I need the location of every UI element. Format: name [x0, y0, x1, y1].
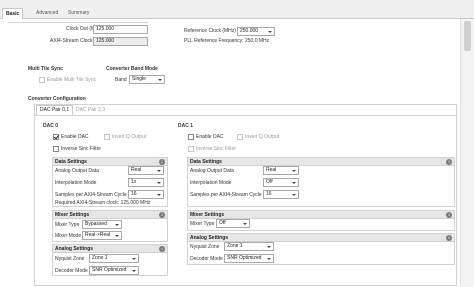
- dac0-title: DAC 0: [43, 123, 59, 129]
- dac0-mixer-settings-title: Mixer Settings: [53, 211, 167, 219]
- dac0-nyquist-label: Nyquist Zone: [55, 256, 85, 262]
- dac0-analog-settings-title: Analog Settings: [53, 245, 167, 253]
- dac0-enable-label: Enable DAC: [61, 134, 89, 140]
- dac1-analog-settings-title: Analog Settings: [188, 234, 454, 242]
- dac1-analog-output-label: Analog Output Data: [190, 168, 234, 174]
- band-select[interactable]: Single: [129, 75, 165, 84]
- dac0-samples-select[interactable]: 16: [128, 190, 164, 199]
- scrollbar-thumb[interactable]: [464, 21, 471, 51]
- ref-clock-label: Reference Clock (MHz): [184, 28, 236, 34]
- info-icon[interactable]: i: [159, 159, 165, 165]
- dac1-mixer-type-select[interactable]: Off: [216, 219, 250, 228]
- tab-basic[interactable]: Basic: [2, 8, 24, 19]
- clock-out-input[interactable]: 125.000: [93, 25, 148, 34]
- enable-multi-tile-sync-label: Enable Multi Tile Sync: [47, 77, 97, 83]
- dac0-enable-checkbox[interactable]: [53, 134, 59, 140]
- dac0-mixer-type-label: Mixer Type: [55, 222, 80, 228]
- dac0-decoder-label: Decoder Mode: [55, 268, 88, 274]
- dac1-enable-checkbox[interactable]: [188, 134, 194, 140]
- dac1-decoder-select[interactable]: SNR Optimized: [224, 254, 274, 263]
- band-label: Band: [115, 77, 127, 83]
- pll-reference-text: PLL Reference Frequency: 250.0 MHz: [184, 38, 270, 44]
- dac1-inverse-sinc-checkbox[interactable]: [188, 146, 194, 152]
- ref-clock-select[interactable]: 250.000: [237, 27, 275, 36]
- dac0-interpolation-label: Interpolation Mode: [55, 180, 97, 186]
- dac1-nyquist-label: Nyquist Zone: [190, 244, 220, 250]
- dac1-invert-q-checkbox[interactable]: [237, 134, 243, 140]
- dac1-mixer-type-label: Mixer Type: [190, 221, 215, 227]
- vertical-scrollbar[interactable]: [460, 19, 474, 287]
- band-mode-title: Converter Band Mode: [106, 66, 158, 72]
- dac0-decoder-select[interactable]: SNR Optimized: [89, 266, 139, 275]
- dac1-inverse-sinc-label: Inverse Sinc Filter: [196, 146, 237, 152]
- dac0-required-clock-text: Required AXI4-Stream clock: 125.000 MHz: [55, 200, 151, 206]
- info-icon[interactable]: i: [446, 159, 452, 165]
- dac1-invert-q-label: Invert Q Output: [245, 134, 280, 140]
- dac1-samples-select[interactable]: 16: [263, 190, 299, 199]
- dac0-data-settings-title: Data Settings: [53, 158, 167, 166]
- info-icon[interactable]: i: [446, 212, 452, 218]
- tab-bar: Basic Advanced Summary: [0, 0, 474, 19]
- info-icon[interactable]: i: [159, 246, 165, 252]
- dac0-mixer-mode-label: Mixer Mode: [55, 233, 82, 239]
- tab-summary[interactable]: Summary: [65, 8, 92, 19]
- enable-multi-tile-sync-checkbox[interactable]: [39, 77, 45, 83]
- dac0-invert-q-label: Invert Q Output: [112, 134, 147, 140]
- tab-underline: [35, 115, 456, 116]
- divider: [8, 22, 148, 23]
- tab-advanced[interactable]: Advanced: [33, 8, 61, 19]
- dac1-mixer-settings-title: Mixer Settings: [188, 211, 454, 219]
- dac1-data-settings-title: Data Settings: [188, 158, 454, 166]
- info-icon[interactable]: i: [446, 235, 452, 241]
- dac1-nyquist-select[interactable]: Zone 1: [224, 242, 274, 251]
- dac0-samples-label: Samples per AXI4-Stream Cycle: [55, 192, 127, 198]
- dac0-mixer-mode-select[interactable]: Real->Real: [82, 231, 122, 240]
- dac1-decoder-label: Decoder Mode: [190, 256, 223, 262]
- tab-dac-pair-2-3[interactable]: DAC Pair 2,3: [76, 106, 105, 114]
- info-icon[interactable]: i: [159, 212, 165, 218]
- dac1-interpolation-select[interactable]: Off: [263, 178, 299, 187]
- dac0-nyquist-select[interactable]: Zone 1: [89, 254, 139, 263]
- dac1-enable-label: Enable DAC: [196, 134, 224, 140]
- axi-clock-field: 125.000: [93, 37, 148, 46]
- converter-config-title: Converter Configuration: [28, 96, 86, 102]
- dac0-inverse-sinc-label: Inverse Sinc Filter: [61, 146, 102, 152]
- dac0-invert-q-checkbox[interactable]: [104, 134, 110, 140]
- dac1-analog-output-select[interactable]: Real: [263, 166, 299, 175]
- dac0-analog-output-select[interactable]: Real: [128, 166, 164, 175]
- multi-tile-sync-title: Multi Tile Sync: [28, 66, 63, 72]
- tab-dac-pair-0-1[interactable]: DAC Pair 0,1: [36, 105, 74, 115]
- dac0-inverse-sinc-checkbox[interactable]: [53, 146, 59, 152]
- dac1-interpolation-label: Interpolation Mode: [190, 180, 232, 186]
- dac0-analog-output-label: Analog Output Data: [55, 168, 99, 174]
- dac0-interpolation-select[interactable]: 1x: [128, 178, 164, 187]
- dac1-samples-label: Samples per AXI4-Stream Cycle: [190, 192, 262, 198]
- dac0-mixer-type-select[interactable]: Bypassed: [82, 220, 122, 229]
- dac1-title: DAC 1: [178, 123, 194, 129]
